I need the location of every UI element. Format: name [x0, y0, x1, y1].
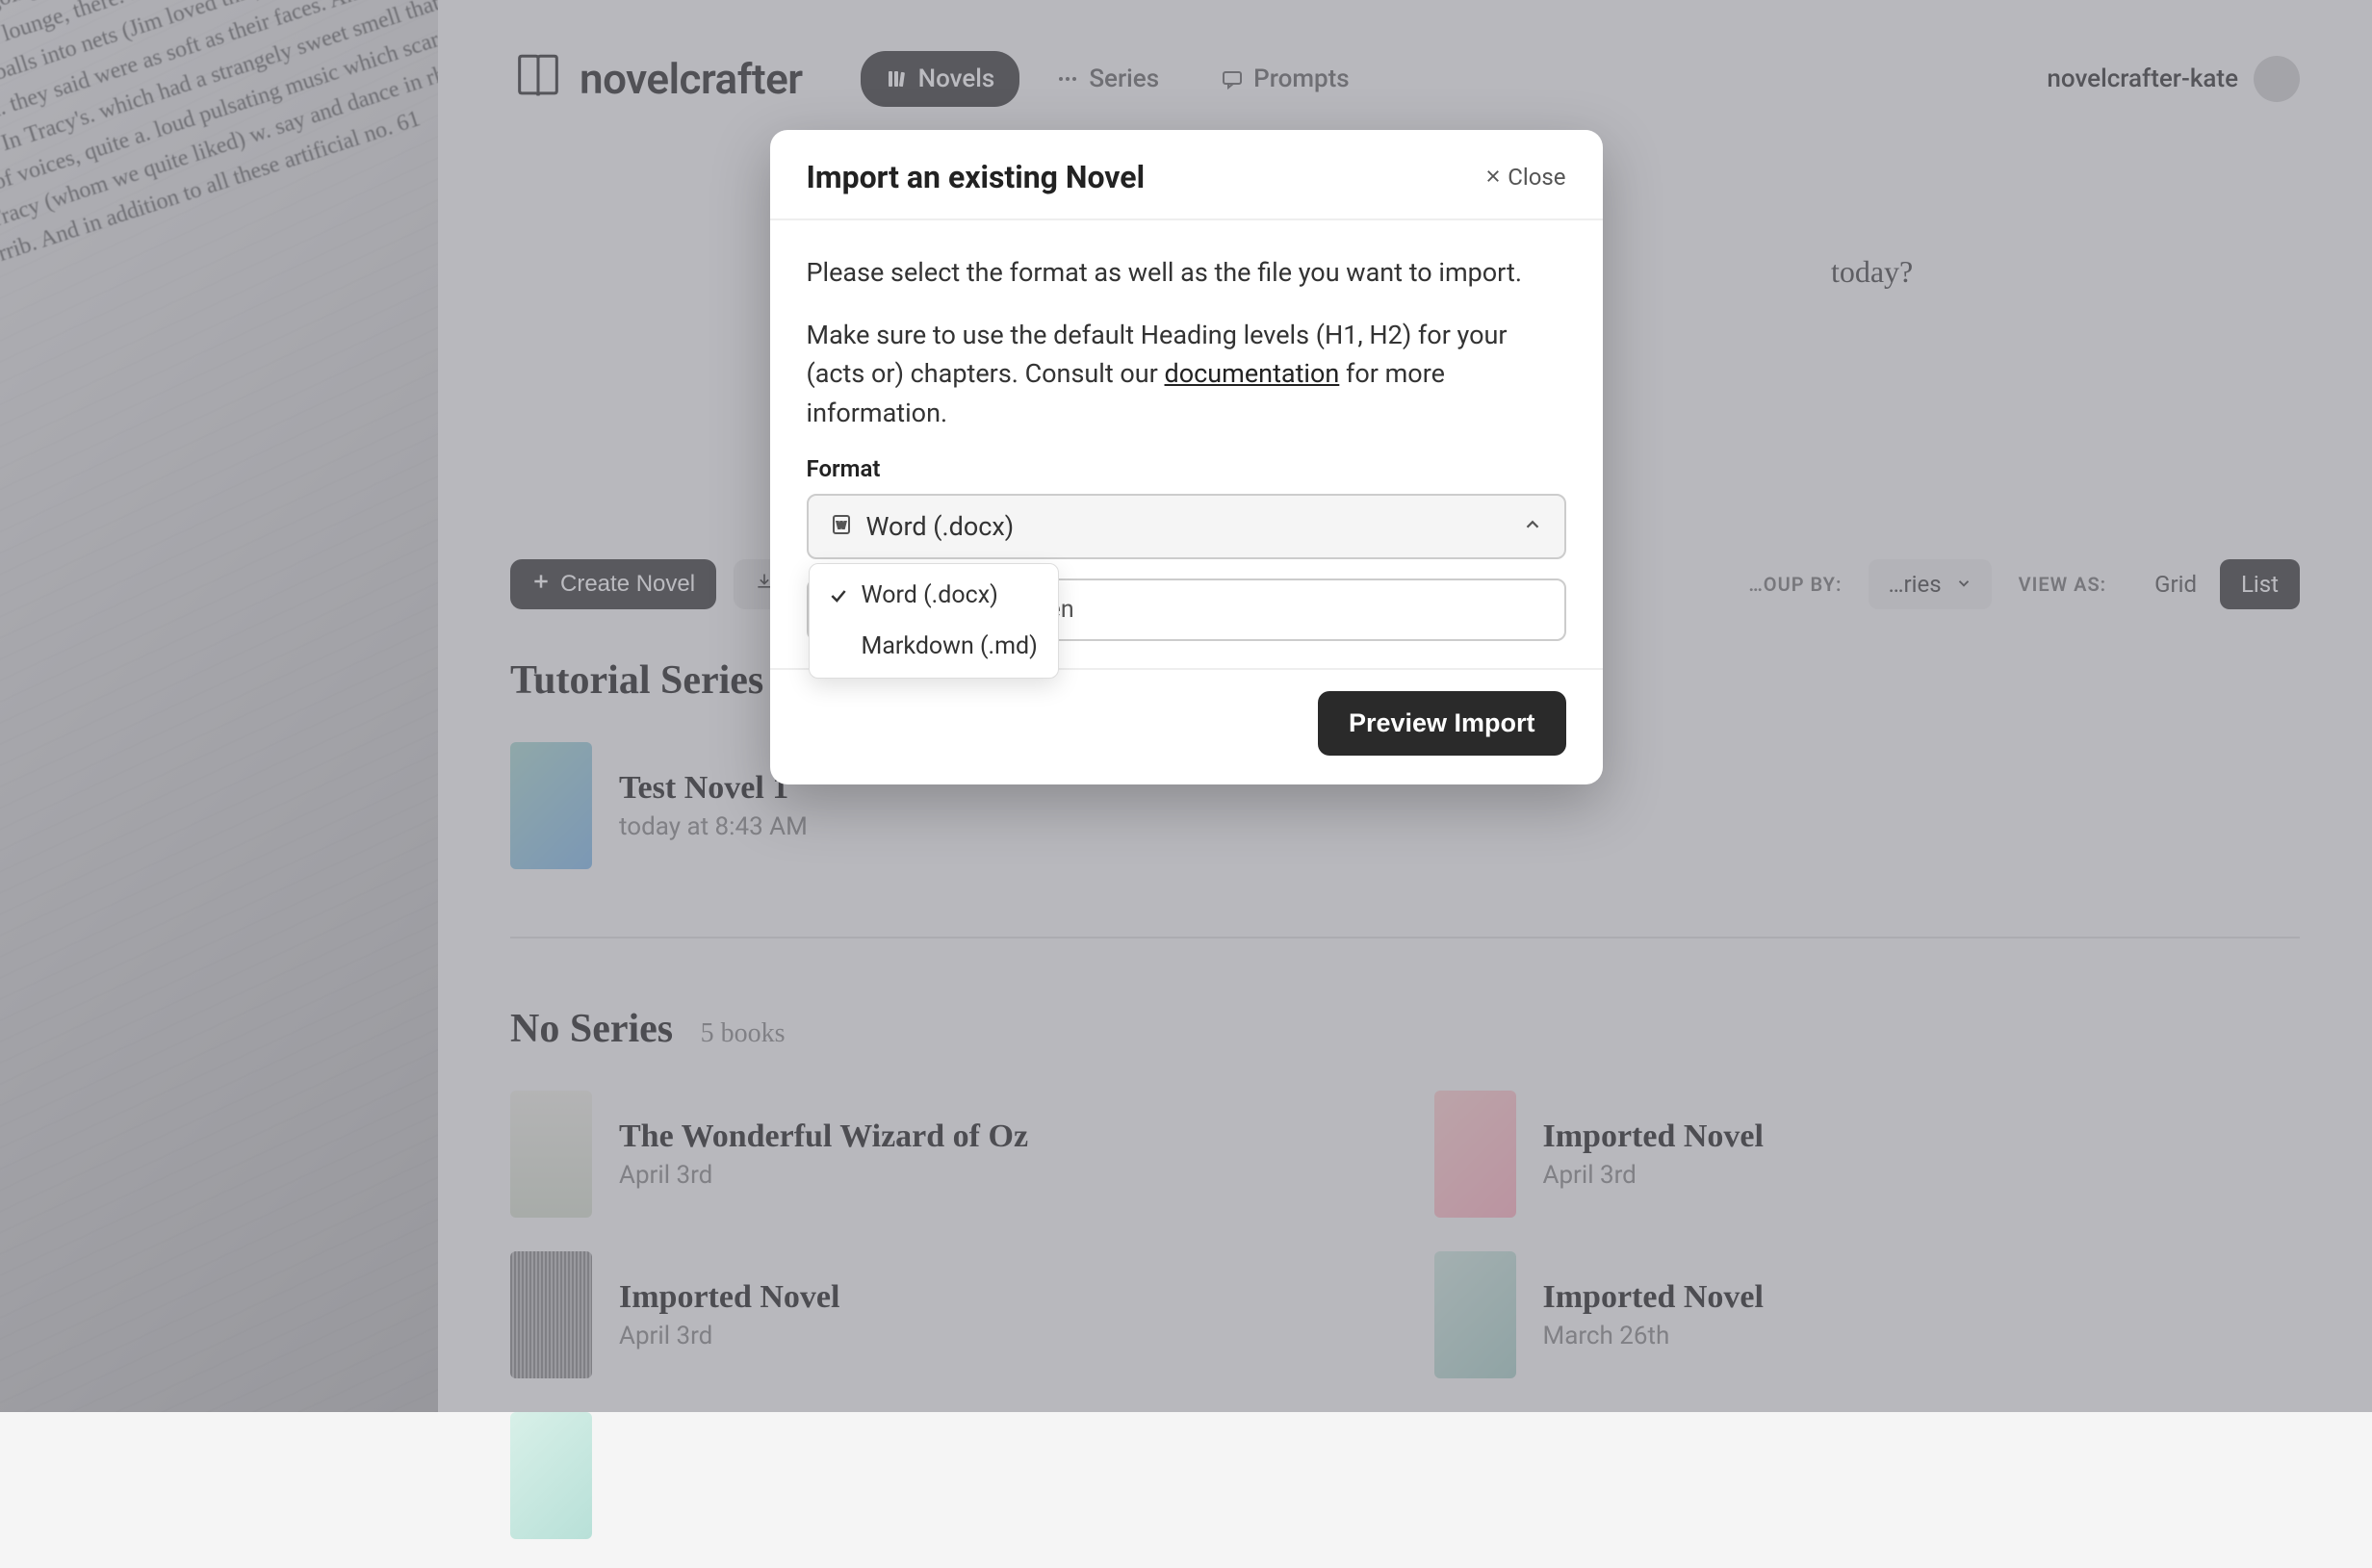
modal-body: Please select the format as well as the …	[770, 220, 1603, 668]
svg-text:W: W	[837, 521, 846, 531]
close-button[interactable]: Close	[1484, 164, 1565, 191]
modal-description-1: Please select the format as well as the …	[807, 253, 1566, 293]
format-option-docx[interactable]: Word (.docx)	[810, 570, 1058, 621]
documentation-link[interactable]: documentation	[1165, 358, 1340, 389]
book-item[interactable]	[510, 1412, 1377, 1539]
format-dropdown: Word (.docx) Markdown (.md)	[809, 563, 1059, 679]
book-cover	[510, 1412, 592, 1539]
option-label: Markdown (.md)	[862, 632, 1038, 660]
modal-footer: Preview Import	[770, 668, 1603, 784]
close-icon	[1484, 164, 1502, 191]
format-value: Word (.docx)	[866, 511, 1015, 542]
modal-header: Import an existing Novel Close	[770, 130, 1603, 220]
word-icon: W	[830, 513, 853, 540]
close-label: Close	[1508, 164, 1565, 191]
preview-import-button[interactable]: Preview Import	[1318, 691, 1566, 756]
format-label: Format	[807, 455, 1566, 482]
modal-title: Import an existing Novel	[807, 159, 1146, 195]
chevron-up-icon	[1522, 514, 1543, 539]
check-icon	[829, 586, 850, 605]
modal-overlay[interactable]: Import an existing Novel Close Please se…	[0, 0, 2372, 1412]
format-option-md[interactable]: Markdown (.md)	[810, 621, 1058, 672]
option-label: Word (.docx)	[862, 581, 998, 609]
modal-description-2: Make sure to use the default Heading lev…	[807, 316, 1566, 433]
format-select[interactable]: W Word (.docx) Word (.docx) Markdo	[807, 494, 1566, 559]
import-modal: Import an existing Novel Close Please se…	[770, 130, 1603, 784]
